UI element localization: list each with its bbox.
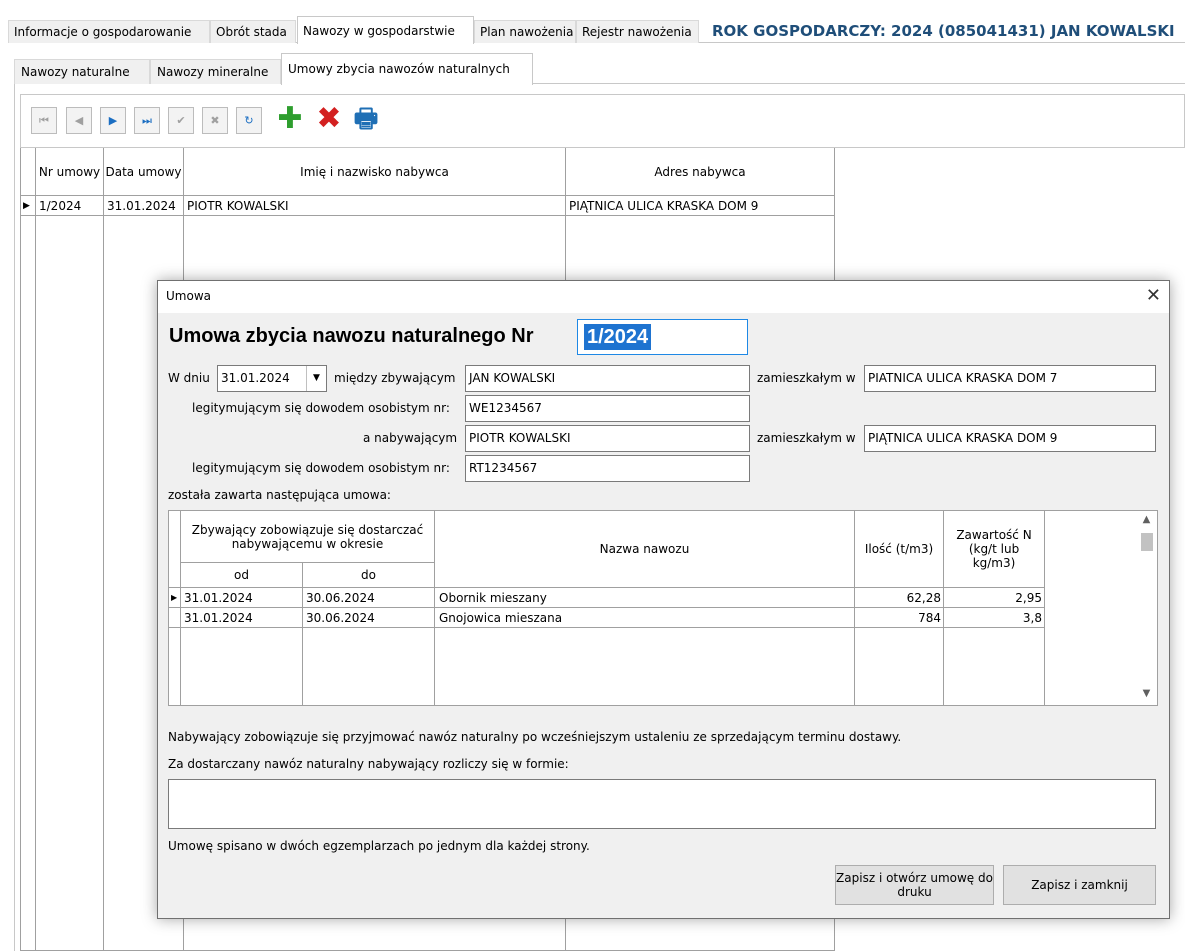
header-n-content[interactable]: Zawartość N (kg/t lub kg/m3)	[944, 511, 1045, 588]
delete-record-icon[interactable]: ✖	[314, 104, 344, 135]
header-data[interactable]: Data umowy	[104, 148, 184, 196]
scroll-up-icon[interactable]: ▲	[1135, 511, 1157, 529]
row1-n[interactable]: 2,95	[944, 589, 1045, 608]
nabywajacym-label: a nabywającym	[363, 431, 458, 445]
header-od[interactable]: od	[181, 563, 303, 588]
print-icon[interactable]: 🖶	[351, 105, 381, 135]
column-nr	[36, 148, 104, 950]
cancel-edit-icon[interactable]: ✖	[202, 107, 228, 134]
scroll-down-icon[interactable]: ▼	[1135, 685, 1157, 703]
inner-current-row-indicator: ▶	[169, 589, 181, 608]
contract-number-value: 1/2024	[584, 324, 652, 350]
contract-dialog: Umowa ✕ Umowa zbycia nawozu naturalnego …	[157, 280, 1170, 919]
scrollbar-thumb[interactable]	[1141, 533, 1153, 551]
row2-do[interactable]: 30.06.2024	[303, 609, 435, 628]
row1-od[interactable]: 31.01.2024	[181, 589, 303, 608]
tab-plan-nawozenia[interactable]: Plan nawożenia	[474, 20, 576, 43]
corner-header	[21, 148, 36, 196]
row2-name[interactable]: Gnojowica mieszana	[435, 609, 855, 628]
row2-n[interactable]: 3,8	[944, 609, 1045, 628]
buyer-id-input[interactable]: RT1234567	[465, 455, 750, 482]
cell-data[interactable]: 31.01.2024	[104, 197, 184, 216]
fertilizer-grid: Zbywający zobowiązuje się dostarczać nab…	[168, 510, 1158, 706]
cell-nr[interactable]: 1/2024	[36, 197, 104, 216]
vertical-scrollbar[interactable]: ▲ ▼	[1135, 511, 1157, 705]
main-tab-bar: Informacje o gospodarowanie Obrót stada …	[8, 16, 1185, 44]
dialog-title: Umowa	[166, 289, 211, 303]
subtab-nawozy-naturalne[interactable]: Nawozy naturalne	[14, 59, 150, 84]
sub-tab-bar: Nawozy naturalne Nawozy mineralne Umowy …	[14, 53, 1185, 85]
obligation-text: Nabywający zobowiązuje się przyjmować na…	[168, 730, 902, 744]
header-title: ROK GOSPODARCZY: 2024 (085041431) JAN KO…	[712, 22, 1175, 40]
buyer-address-input[interactable]: PIĄTNICA ULICA KRASKA DOM 9	[864, 425, 1156, 452]
miedzy-zbywajacym-label: między zbywającym	[334, 371, 456, 385]
payment-form-input[interactable]	[168, 779, 1156, 829]
header-name[interactable]: Imię i nazwisko nabywca	[184, 148, 566, 196]
seller-id-label: legitymującym się dowodem osobistym nr:	[192, 401, 450, 415]
header-fertilizer-name[interactable]: Nazwa nawozu	[435, 511, 855, 588]
date-value: 31.01.2024	[221, 371, 290, 385]
w-dniu-label: W dniu	[168, 371, 210, 385]
last-record-icon[interactable]: ⏭	[134, 107, 160, 134]
buyer-zamieszkalym-label: zamieszkałym w	[757, 431, 856, 445]
current-row-indicator: ▶	[21, 197, 36, 216]
row1-name[interactable]: Obornik mieszany	[435, 589, 855, 608]
refresh-icon[interactable]: ↻	[236, 107, 262, 134]
first-record-icon[interactable]: ⏮	[31, 107, 57, 134]
add-record-icon[interactable]: ✚	[275, 104, 305, 135]
previous-record-icon[interactable]: ◀	[66, 107, 92, 134]
next-record-icon[interactable]: ▶	[100, 107, 126, 134]
header-do[interactable]: do	[303, 563, 435, 588]
zawarta-umowa-label: została zawarta następująca umowa:	[168, 488, 391, 502]
seller-address-input[interactable]: PIATNICA ULICA KRASKA DOM 7	[864, 365, 1156, 392]
tab-nawozy-w-gospodarstwie[interactable]: Nawozy w gospodarstwie	[297, 16, 474, 44]
close-icon[interactable]: ✕	[1146, 284, 1161, 308]
row1-qty[interactable]: 62,28	[855, 589, 944, 608]
cell-name[interactable]: PIOTR KOWALSKI	[184, 197, 566, 216]
inner-row2-header	[169, 609, 181, 628]
inner-corner-header	[169, 511, 181, 588]
contract-heading: Umowa zbycia nawozu naturalnego Nr	[169, 325, 534, 347]
copies-text: Umowę spisano w dwóch egzemplarzach po j…	[168, 839, 590, 853]
header-quantity[interactable]: Ilość (t/m3)	[855, 511, 944, 588]
subtab-umowy-zbycia[interactable]: Umowy zbycia nawozów naturalnych	[281, 53, 533, 85]
save-and-print-button[interactable]: Zapisz i otwórz umowę do druku	[835, 865, 994, 905]
header-nr[interactable]: Nr umowy	[36, 148, 104, 196]
buyer-id-label: legitymującym się dowodem osobistym nr:	[192, 461, 450, 475]
contract-number-field[interactable]: 1/2024	[577, 319, 748, 355]
row-header-column	[21, 148, 36, 950]
chevron-down-icon[interactable]: ▼	[306, 366, 326, 391]
seller-name-input[interactable]: JAN KOWALSKI	[465, 365, 750, 392]
cell-address[interactable]: PIĄTNICA ULICA KRASKA DOM 9	[566, 197, 834, 216]
accept-icon[interactable]: ✔	[168, 107, 194, 134]
row2-qty[interactable]: 784	[855, 609, 944, 628]
seller-zamieszkalym-label: zamieszkałym w	[757, 371, 856, 385]
seller-id-input[interactable]: WE1234567	[465, 395, 750, 422]
date-picker[interactable]: 31.01.2024 ▼	[217, 365, 327, 392]
payment-label: Za dostarczany nawóz naturalny nabywając…	[168, 757, 569, 771]
buyer-name-input[interactable]: PIOTR KOWALSKI	[465, 425, 750, 452]
save-and-close-button[interactable]: Zapisz i zamknij	[1003, 865, 1156, 905]
tab-informacje[interactable]: Informacje o gospodarowanie	[8, 20, 210, 43]
dialog-titlebar: Umowa ✕	[158, 281, 1169, 313]
tab-rejestr-nawozenia[interactable]: Rejestr nawożenia	[576, 20, 699, 43]
subtab-nawozy-mineralne[interactable]: Nawozy mineralne	[150, 59, 281, 84]
header-address[interactable]: Adres nabywca	[566, 148, 834, 196]
header-period: Zbywający zobowiązuje się dostarczać nab…	[181, 511, 435, 563]
row2-od[interactable]: 31.01.2024	[181, 609, 303, 628]
row1-do[interactable]: 30.06.2024	[303, 589, 435, 608]
tab-obrot-stada[interactable]: Obrót stada	[210, 20, 296, 43]
navigator-toolbar: ⏮ ◀ ▶ ⏭ ✔ ✖ ↻ ✚ ✖ 🖶	[20, 94, 1185, 148]
